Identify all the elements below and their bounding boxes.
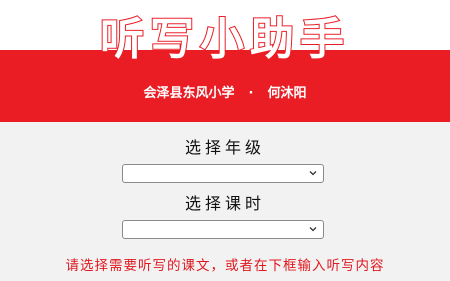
school-name: 会泽县东风小学 [143, 86, 235, 101]
instruction-hint: 请选择需要听写的课文，或者在下框输入听写内容 [65, 258, 385, 274]
chevron-down-icon [309, 171, 317, 176]
grade-select[interactable] [122, 164, 324, 183]
app-title: 听写小助手 [99, 13, 350, 66]
lesson-label: 选择课时 [184, 194, 265, 213]
grade-label: 选择年级 [184, 138, 265, 157]
author-name: 何沐阳 [267, 86, 307, 101]
main-panel: 选择年级 选择课时 请选择需要听写的课文，或者在下框输入听写内容 [0, 122, 450, 281]
separator-dot: · [248, 86, 254, 101]
chevron-down-icon [309, 227, 317, 232]
subtitle: 会泽县东风小学 · 何沐阳 [0, 82, 450, 101]
lesson-select[interactable] [122, 220, 324, 239]
header: 听写小助手 会泽县东风小学 · 何沐阳 [0, 0, 450, 122]
